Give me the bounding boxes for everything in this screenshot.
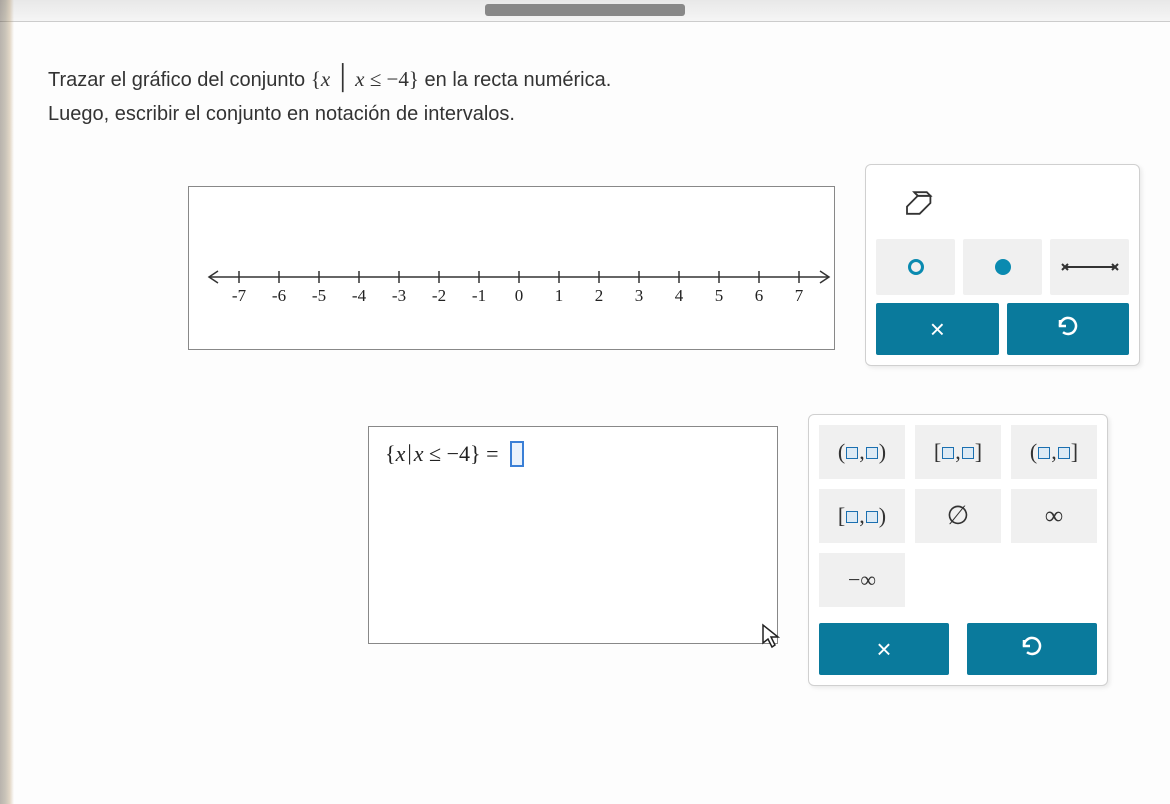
closed-closed-interval-button[interactable]: [,] [915,425,1001,479]
tick-label: -1 [472,286,486,305]
eraser-icon [898,189,934,217]
bracket-right: ] [1071,439,1078,465]
lhs-brace-close: } [470,441,481,466]
placeholder-box-icon [866,511,878,523]
open-open-interval-button[interactable]: (,) [819,425,905,479]
window-top-bar [0,0,1170,22]
problem-line1-pre: Trazar el gráfico del conjunto [48,69,311,91]
closed-circle-icon [995,259,1011,275]
tick-label: -3 [392,286,406,305]
tick-label: 7 [795,286,804,305]
clear-icon: × [876,634,891,665]
segment-button[interactable] [1050,239,1129,295]
open-closed-interval-button[interactable]: (,] [1011,425,1097,479]
lhs-brace-open: { [385,441,396,466]
open-endpoint-button[interactable] [876,239,955,295]
problem-line1-post: en la recta numérica. [419,69,611,91]
closed-endpoint-button[interactable] [963,239,1042,295]
open-circle-icon [908,259,924,275]
set-var: x [321,67,330,91]
placeholder-box-icon [846,511,858,523]
segment-icon [1060,262,1120,272]
set-brace-open: { [311,67,321,91]
bracket-left: ( [838,439,845,465]
lhs-var: x [396,441,406,466]
tick-label: 2 [595,286,604,305]
bracket-left: [ [934,439,941,465]
tick-label: -2 [432,286,446,305]
infinity-button[interactable]: ∞ [1011,489,1097,543]
bracket-right: ) [879,439,886,465]
tick-label: -6 [272,286,286,305]
tick-label: 5 [715,286,724,305]
empty-set-icon: ∅ [947,501,970,531]
neg-infinity-button[interactable]: −∞ [819,553,905,607]
number-line-canvas[interactable]: -7 -6 -5 -4 -3 -2 -1 0 1 2 3 4 5 6 7 [188,186,835,350]
undo-button[interactable] [1007,303,1129,355]
interval-input[interactable] [510,441,524,467]
tick-label: 4 [675,286,684,305]
clear-button[interactable]: × [819,623,949,675]
problem-line2: Luego, escribir el conjunto en notación … [48,103,515,125]
mouse-cursor-icon [761,623,783,649]
bracket-left: [ [838,503,845,529]
tick-group: -7 -6 -5 -4 -3 -2 -1 0 1 2 3 4 5 6 7 [232,271,804,305]
placeholder-box-icon [846,447,858,459]
bracket-right: ) [879,503,886,529]
number-line-svg: -7 -6 -5 -4 -3 -2 -1 0 1 2 3 4 5 6 7 [204,257,834,317]
interval-tool-palette: (,) [,] (,] [,) ∅ ∞ −∞ [808,414,1108,686]
lhs-cond-op: ≤ [429,441,441,466]
tick-label: 1 [555,286,564,305]
bracket-right: ] [975,439,982,465]
lhs-bar: | [405,440,413,465]
empty-set-button[interactable]: ∅ [915,489,1001,543]
problem-statement: Trazar el gráfico del conjunto {x│x ≤ −4… [48,60,1140,130]
placeholder-box-icon [962,447,974,459]
eraser-button[interactable] [876,175,955,231]
interval-answer-box[interactable]: {x|x ≤ −4} = [368,426,778,644]
answer-lhs: {x|x ≤ −4} = [385,440,504,466]
numberline-tool-palette: × [865,164,1140,366]
placeholder-box-icon [1038,447,1050,459]
tick-label: 3 [635,286,644,305]
lhs-cond-val: −4 [447,441,470,466]
infinity-icon: ∞ [1045,501,1064,531]
neg-infinity-icon: −∞ [848,567,876,593]
undo-icon [1020,634,1044,664]
window-drag-handle[interactable] [485,4,685,16]
lhs-cond-var: x [414,441,424,466]
bracket-left: ( [1030,439,1037,465]
placeholder-box-icon [866,447,878,459]
equals-sign: = [481,441,504,466]
set-cond-var: x [355,67,364,91]
clear-icon: × [930,314,945,345]
undo-button[interactable] [967,623,1097,675]
set-cond-val: −4 [387,67,409,91]
tick-label: 6 [755,286,764,305]
closed-open-interval-button[interactable]: [,) [819,489,905,543]
tick-label: -7 [232,286,247,305]
tick-label: -4 [352,286,367,305]
tick-label: -5 [312,286,326,305]
placeholder-box-icon [1058,447,1070,459]
photo-edge-artifact [0,0,14,804]
undo-icon [1056,314,1080,344]
set-brace-close: } [409,67,419,91]
set-cond-op: ≤ [370,67,382,91]
placeholder-box-icon [942,447,954,459]
set-bar: │ [330,65,355,91]
tick-label: 0 [515,286,524,305]
